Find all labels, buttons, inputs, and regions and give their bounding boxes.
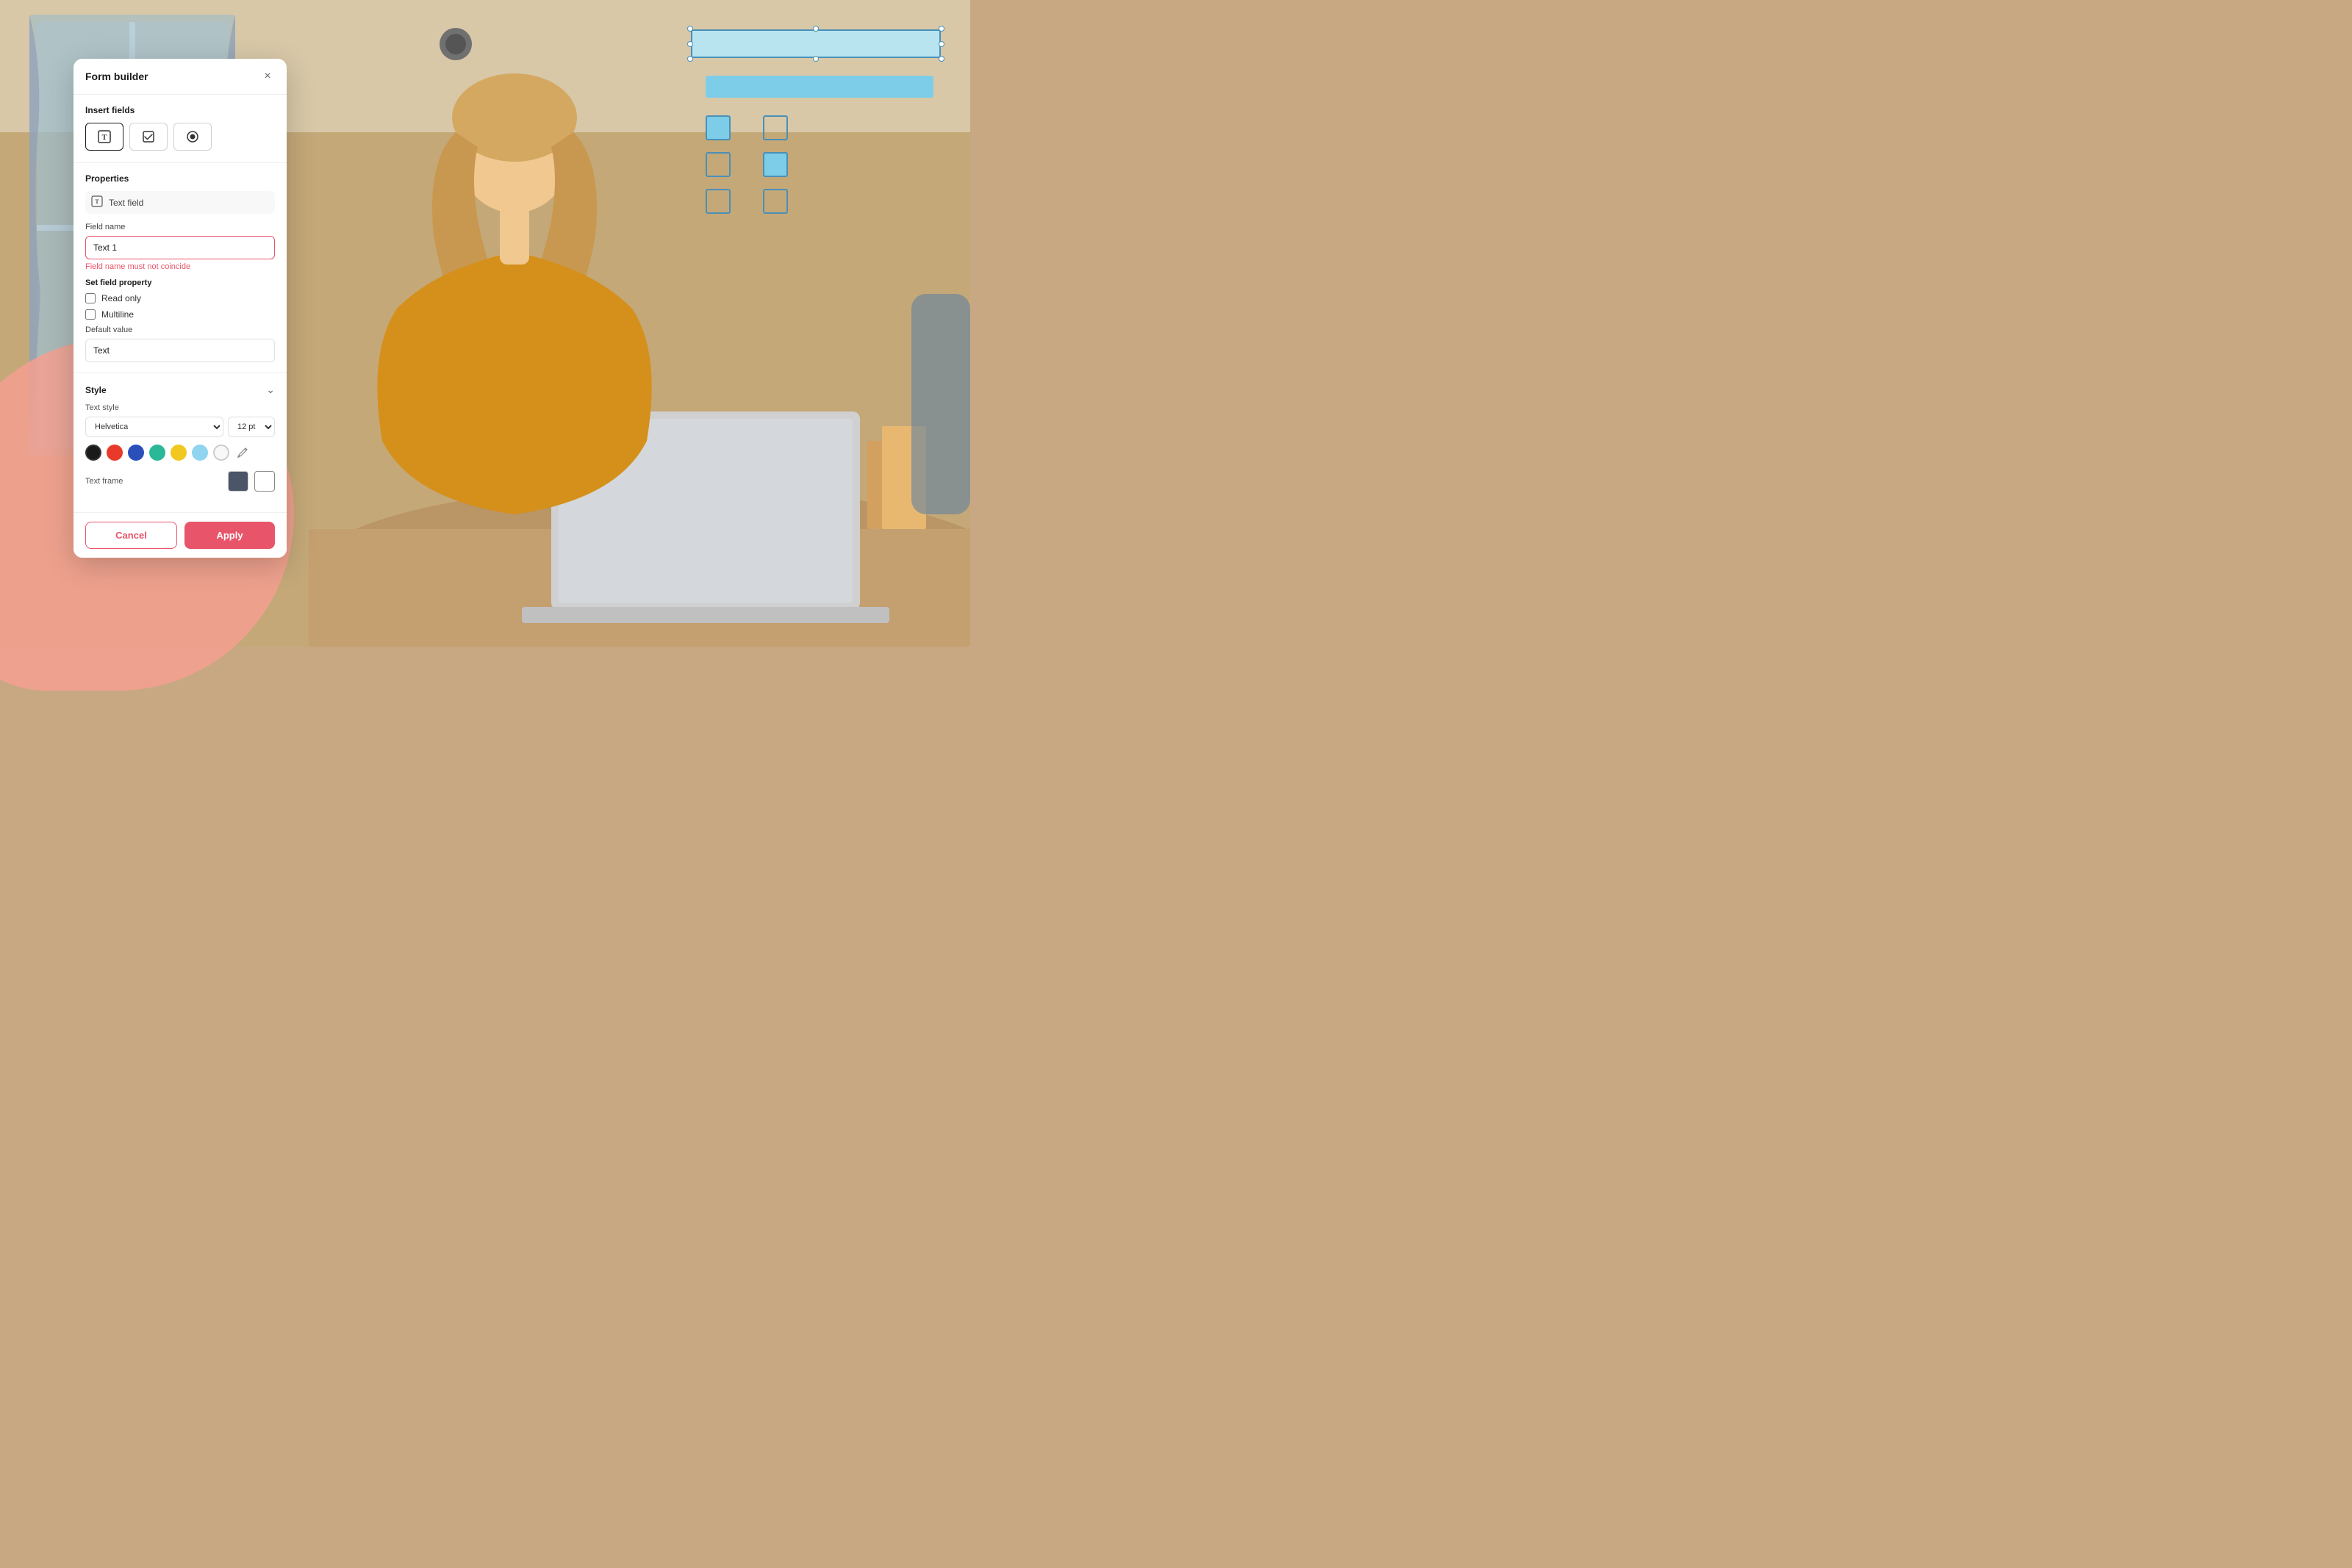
- style-chevron-icon: ⌄: [266, 384, 275, 396]
- property-type-label: Text field: [109, 198, 143, 208]
- apply-button[interactable]: Apply: [184, 522, 275, 549]
- frame-options: [228, 471, 275, 492]
- text-style-label: Text style: [85, 403, 275, 412]
- handle-mr: [939, 41, 944, 47]
- multiline-checkbox[interactable]: [85, 309, 96, 320]
- handle-ml: [687, 41, 693, 47]
- panel-title: Form builder: [85, 71, 148, 82]
- color-blue[interactable]: [128, 445, 144, 461]
- frame-filled-option[interactable]: [228, 471, 248, 492]
- handle-bl: [687, 56, 693, 62]
- radio-field-button[interactable]: [173, 123, 212, 151]
- handle-tr: [939, 26, 944, 32]
- text-field-button[interactable]: T: [85, 123, 123, 151]
- cancel-button[interactable]: Cancel: [85, 522, 177, 549]
- frame-outline-option[interactable]: [254, 471, 275, 492]
- default-value-label: Default value: [85, 326, 275, 334]
- insert-fields-row: T: [85, 123, 275, 151]
- canvas-cb-5[interactable]: [706, 189, 731, 214]
- handle-tc: [813, 26, 819, 32]
- color-teal[interactable]: [149, 445, 165, 461]
- multiline-label: Multiline: [101, 309, 134, 320]
- color-white[interactable]: [213, 445, 229, 461]
- field-name-error: Field name must not coincide: [85, 262, 275, 271]
- canvas-cb-3[interactable]: [706, 152, 731, 177]
- field-name-label: Field name: [85, 223, 275, 231]
- color-red[interactable]: [107, 445, 123, 461]
- form-builder-panel: Form builder × Insert fields T: [74, 59, 287, 558]
- font-family-select[interactable]: Helvetica Arial Times New Roman Courier: [85, 417, 223, 437]
- handle-tl: [687, 26, 693, 32]
- style-section-header[interactable]: Style ⌄: [85, 384, 275, 396]
- font-size-select[interactable]: 8 pt 10 pt 12 pt 14 pt 16 pt: [228, 417, 275, 437]
- color-black[interactable]: [85, 445, 101, 461]
- svg-text:T: T: [95, 198, 99, 205]
- canvas-cb-1[interactable]: [706, 115, 731, 140]
- color-yellow[interactable]: [171, 445, 187, 461]
- svg-text:T: T: [102, 134, 107, 142]
- read-only-label: Read only: [101, 293, 141, 303]
- read-only-row: Read only: [85, 293, 275, 303]
- canvas-checkbox-grid: [706, 115, 808, 214]
- canvas-text-bar[interactable]: [706, 76, 933, 98]
- default-value-input[interactable]: [85, 339, 275, 362]
- color-picker-icon[interactable]: [234, 445, 251, 461]
- handle-bc: [813, 56, 819, 62]
- canvas-cb-2[interactable]: [763, 115, 788, 140]
- text-frame-label: Text frame: [85, 477, 123, 486]
- close-button[interactable]: ×: [260, 69, 275, 84]
- color-row: [85, 445, 275, 461]
- canvas-text-input-1[interactable]: [691, 29, 941, 58]
- color-light-blue[interactable]: [192, 445, 208, 461]
- canvas-cb-4[interactable]: [763, 152, 788, 177]
- handle-br: [939, 56, 944, 62]
- text-frame-row: Text frame: [85, 471, 275, 492]
- property-type-row: T Text field: [85, 191, 275, 214]
- panel-header: Form builder ×: [74, 59, 287, 95]
- panel-body: Insert fields T: [74, 95, 287, 512]
- read-only-checkbox[interactable]: [85, 293, 96, 303]
- canvas-text-field-selected[interactable]: [691, 29, 941, 58]
- canvas-cb-6[interactable]: [763, 189, 788, 214]
- text-field-type-icon: T: [91, 195, 103, 209]
- field-name-input[interactable]: [85, 236, 275, 259]
- multiline-row: Multiline: [85, 309, 275, 320]
- panel-footer: Cancel Apply: [74, 512, 287, 558]
- insert-fields-title: Insert fields: [85, 105, 275, 115]
- style-title: Style: [85, 385, 107, 395]
- checkbox-field-button[interactable]: [129, 123, 168, 151]
- set-property-label: Set field property: [85, 278, 275, 287]
- canvas-area: [691, 29, 941, 214]
- font-row: Helvetica Arial Times New Roman Courier …: [85, 417, 275, 437]
- separator-1: [74, 162, 287, 163]
- properties-title: Properties: [85, 173, 275, 184]
